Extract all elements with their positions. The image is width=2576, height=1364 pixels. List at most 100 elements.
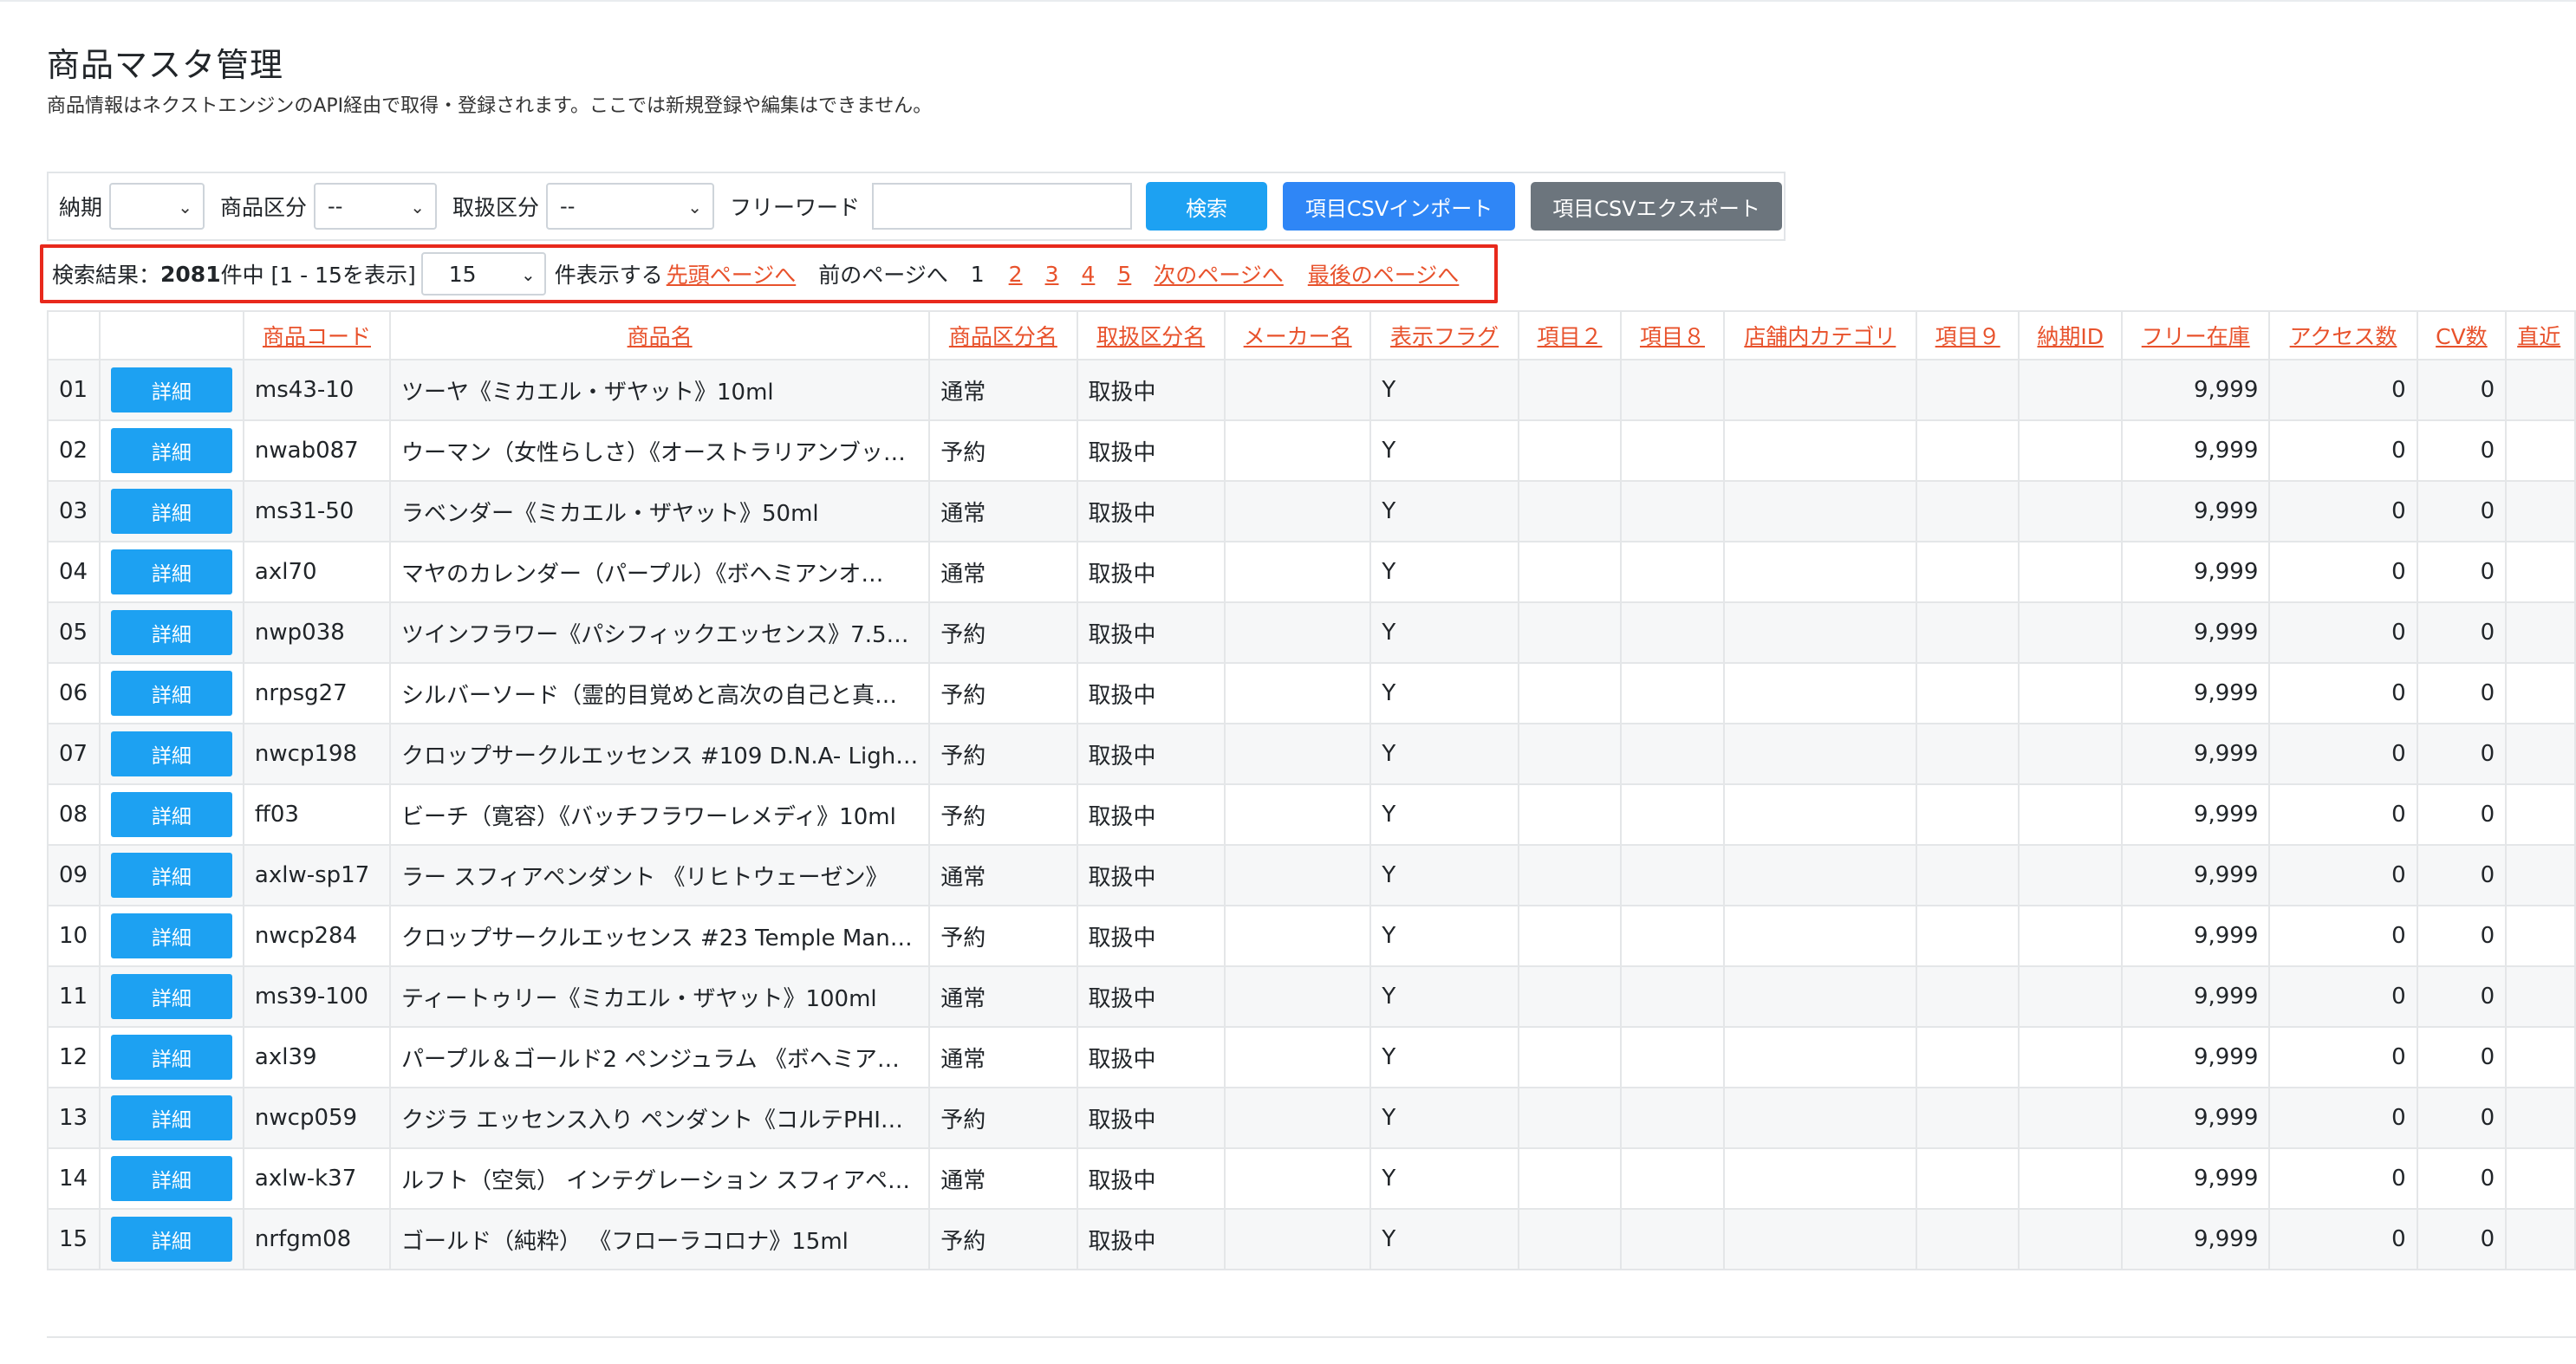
detail-button[interactable]: 詳細 bbox=[110, 367, 232, 412]
maker-cell bbox=[1223, 1026, 1372, 1088]
store-category-cell bbox=[1722, 1147, 1917, 1210]
product-name-cell: マヤのカレンダー（パープル）《ボヘミアンオ… bbox=[388, 541, 931, 603]
detail-button[interactable]: 詳細 bbox=[110, 489, 232, 534]
category-cell: 予約 bbox=[928, 783, 1078, 846]
csv-export-button[interactable]: 項目CSVエクスポート bbox=[1531, 182, 1783, 231]
delivery-id-cell bbox=[2018, 1026, 2124, 1088]
header-product-name[interactable]: 商品名 bbox=[388, 310, 931, 360]
category-cell: 通常 bbox=[928, 1026, 1078, 1088]
detail-cell: 詳細 bbox=[98, 419, 244, 482]
recent-cell bbox=[2505, 723, 2576, 785]
table-row: 08 詳細 ff03 ビーチ（寛容）《バッチフラワーレメディ》10ml 予約 取扱中 Y 9,… bbox=[47, 783, 2576, 846]
first-page-link[interactable]: 先頭ページへ bbox=[667, 258, 797, 289]
table-row: 06 詳細 nrpsg27 シルバーソード（霊的目覚めと高次の自己と真… 予約 取扱中 Y 9… bbox=[47, 662, 2576, 724]
last-page-link[interactable]: 最後のページへ bbox=[1308, 258, 1460, 289]
header-handling-name[interactable]: 取扱区分名 bbox=[1076, 310, 1226, 360]
delivery-id-cell bbox=[2018, 541, 2124, 603]
header-item8[interactable]: 項目８ bbox=[1620, 310, 1725, 360]
header-item2[interactable]: 項目２ bbox=[1517, 310, 1623, 360]
header-delivery-id[interactable]: 納期ID bbox=[2018, 310, 2124, 360]
item8-cell bbox=[1620, 965, 1725, 1028]
detail-button[interactable]: 詳細 bbox=[110, 1035, 232, 1080]
header-category-name[interactable]: 商品区分名 bbox=[928, 310, 1078, 360]
detail-button[interactable]: 詳細 bbox=[110, 671, 232, 716]
header-recent[interactable]: 直近 bbox=[2505, 310, 2576, 360]
product-name-cell: ビーチ（寛容）《バッチフラワーレメディ》10ml bbox=[388, 783, 931, 846]
item9-cell bbox=[1915, 844, 2020, 906]
search-bar: 納期 ⌄ 商品区分 -- ⌄ 取扱区分 -- ⌄ フリーワード 検索 項目CSV… bbox=[47, 172, 1786, 241]
search-button[interactable]: 検索 bbox=[1146, 182, 1268, 231]
recent-cell bbox=[2505, 1147, 2576, 1210]
per-page-select[interactable]: 15 ⌄ bbox=[420, 252, 546, 296]
detail-button[interactable]: 詳細 bbox=[110, 974, 232, 1019]
item8-cell bbox=[1620, 541, 1725, 603]
delivery-id-cell bbox=[2018, 1087, 2124, 1149]
category-cell: 通常 bbox=[928, 965, 1078, 1028]
detail-button[interactable]: 詳細 bbox=[110, 853, 232, 898]
product-code-cell: axlw-k37 bbox=[242, 1147, 392, 1210]
page-link-5[interactable]: 5 bbox=[1117, 262, 1131, 287]
detail-button[interactable]: 詳細 bbox=[110, 913, 232, 958]
header-access-count[interactable]: アクセス数 bbox=[2268, 310, 2418, 360]
row-number: 10 bbox=[47, 905, 101, 967]
store-category-cell bbox=[1722, 541, 1917, 603]
item8-cell bbox=[1620, 783, 1725, 846]
per-page-suffix: 件表示する bbox=[554, 263, 663, 288]
recent-cell bbox=[2505, 480, 2576, 542]
header-maker-name[interactable]: メーカー名 bbox=[1223, 310, 1372, 360]
recent-cell bbox=[2505, 1208, 2576, 1270]
detail-cell: 詳細 bbox=[98, 1087, 244, 1149]
cv-count-cell: 0 bbox=[2416, 783, 2508, 846]
item2-cell bbox=[1517, 1087, 1623, 1149]
page-link-4[interactable]: 4 bbox=[1081, 262, 1095, 287]
row-number: 02 bbox=[47, 419, 101, 482]
header-cv-count[interactable]: CV数 bbox=[2416, 310, 2508, 360]
header-store-category[interactable]: 店舗内カテゴリ bbox=[1722, 310, 1917, 360]
product-code-cell: ms43-10 bbox=[242, 359, 392, 421]
delivery-select[interactable]: ⌄ bbox=[109, 183, 205, 230]
header-product-code[interactable]: 商品コード bbox=[242, 310, 392, 360]
detail-button[interactable]: 詳細 bbox=[110, 549, 232, 594]
store-category-cell bbox=[1722, 480, 1917, 542]
item8-cell bbox=[1620, 1147, 1725, 1210]
delivery-id-cell bbox=[2018, 662, 2124, 724]
category-cell: 通常 bbox=[928, 844, 1078, 906]
detail-button[interactable]: 詳細 bbox=[110, 731, 232, 776]
access-count-cell: 0 bbox=[2268, 1087, 2418, 1149]
table-row: 07 詳細 nwcp198 クロップサークルエッセンス #109 D.N.A- Lig… bbox=[47, 723, 2576, 785]
detail-button[interactable]: 詳細 bbox=[110, 1095, 232, 1140]
detail-button[interactable]: 詳細 bbox=[110, 1217, 232, 1262]
table-row: 01 詳細 ms43-10 ツーヤ《ミカエル・ザヤット》10ml 通常 取扱中 Y 9,999… bbox=[47, 359, 2576, 421]
display-flag-cell: Y bbox=[1369, 662, 1519, 724]
cv-count-cell: 0 bbox=[2416, 1208, 2508, 1270]
category-select[interactable]: -- ⌄ bbox=[314, 183, 438, 230]
free-stock-cell: 9,999 bbox=[2121, 1087, 2271, 1149]
product-code-cell: axlw-sp17 bbox=[242, 844, 392, 906]
free-stock-cell: 9,999 bbox=[2121, 783, 2271, 846]
header-display-flag[interactable]: 表示フラグ bbox=[1369, 310, 1519, 360]
detail-button[interactable]: 詳細 bbox=[110, 428, 232, 473]
handling-select[interactable]: -- ⌄ bbox=[546, 183, 715, 230]
csv-import-button[interactable]: 項目CSVインポート bbox=[1283, 182, 1516, 231]
next-page-link[interactable]: 次のページへ bbox=[1154, 258, 1284, 289]
store-category-cell bbox=[1722, 965, 1917, 1028]
item9-cell bbox=[1915, 1147, 2020, 1210]
detail-button[interactable]: 詳細 bbox=[110, 1156, 232, 1201]
store-category-cell bbox=[1722, 359, 1917, 421]
page-link-3[interactable]: 3 bbox=[1045, 262, 1059, 287]
page-link-2[interactable]: 2 bbox=[1009, 262, 1023, 287]
access-count-cell: 0 bbox=[2268, 601, 2418, 664]
page-description: 商品情報はネクストエンジンのAPI経由で取得・登録されます。ここでは新規登録や編… bbox=[47, 95, 933, 117]
header-item9[interactable]: 項目９ bbox=[1915, 310, 2020, 360]
delivery-id-cell bbox=[2018, 844, 2124, 906]
access-count-cell: 0 bbox=[2268, 1147, 2418, 1210]
freeword-input[interactable] bbox=[872, 183, 1133, 230]
header-free-stock[interactable]: フリー在庫 bbox=[2121, 310, 2271, 360]
maker-cell bbox=[1223, 480, 1372, 542]
detail-button[interactable]: 詳細 bbox=[110, 792, 232, 837]
handling-cell: 取扱中 bbox=[1076, 723, 1226, 785]
detail-button[interactable]: 詳細 bbox=[110, 610, 232, 655]
delivery-id-cell bbox=[2018, 965, 2124, 1028]
chevron-down-icon: ⌄ bbox=[520, 264, 536, 285]
free-stock-cell: 9,999 bbox=[2121, 905, 2271, 967]
